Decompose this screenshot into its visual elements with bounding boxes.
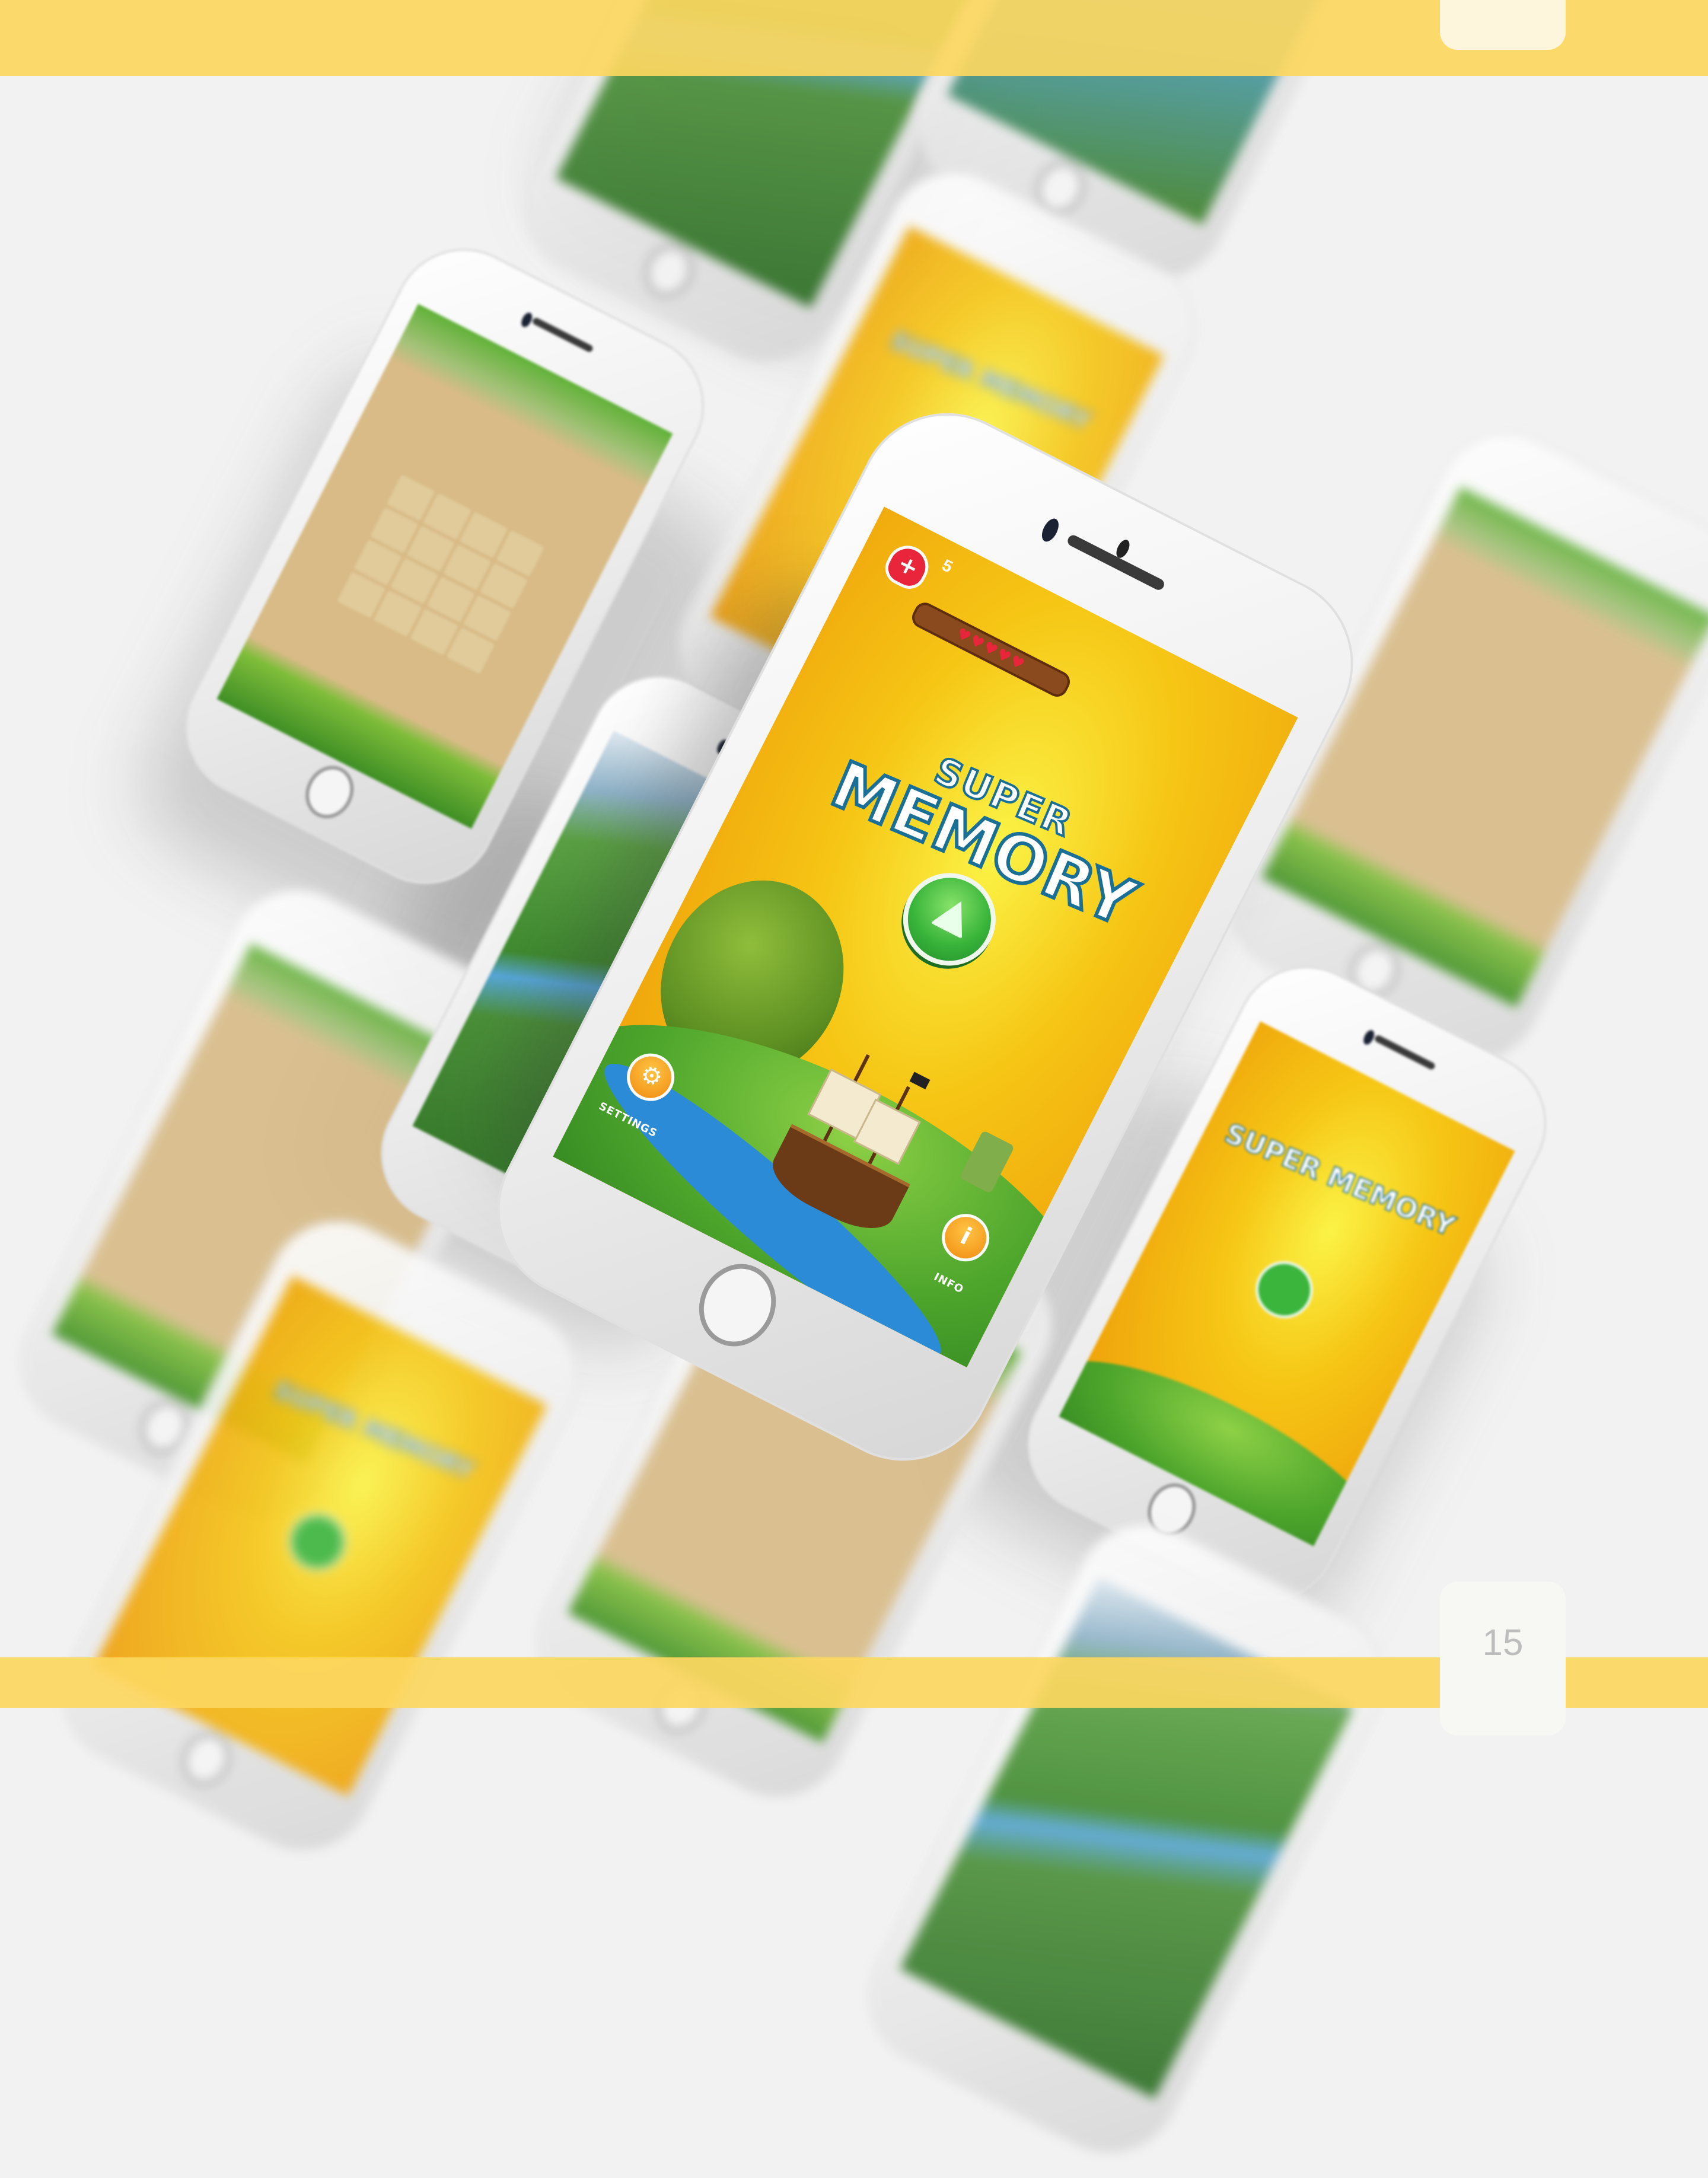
- gear-icon: ⚙: [635, 1059, 667, 1093]
- hearts-bar: ♥♥♥♥♥: [908, 598, 1074, 700]
- play-icon: [930, 893, 977, 939]
- heart-icon: +: [880, 538, 936, 595]
- page-number: 15: [1482, 1622, 1524, 1663]
- top-tab: [1440, 0, 1566, 50]
- lives-count: 5: [939, 555, 956, 576]
- info-icon: i: [955, 1222, 976, 1251]
